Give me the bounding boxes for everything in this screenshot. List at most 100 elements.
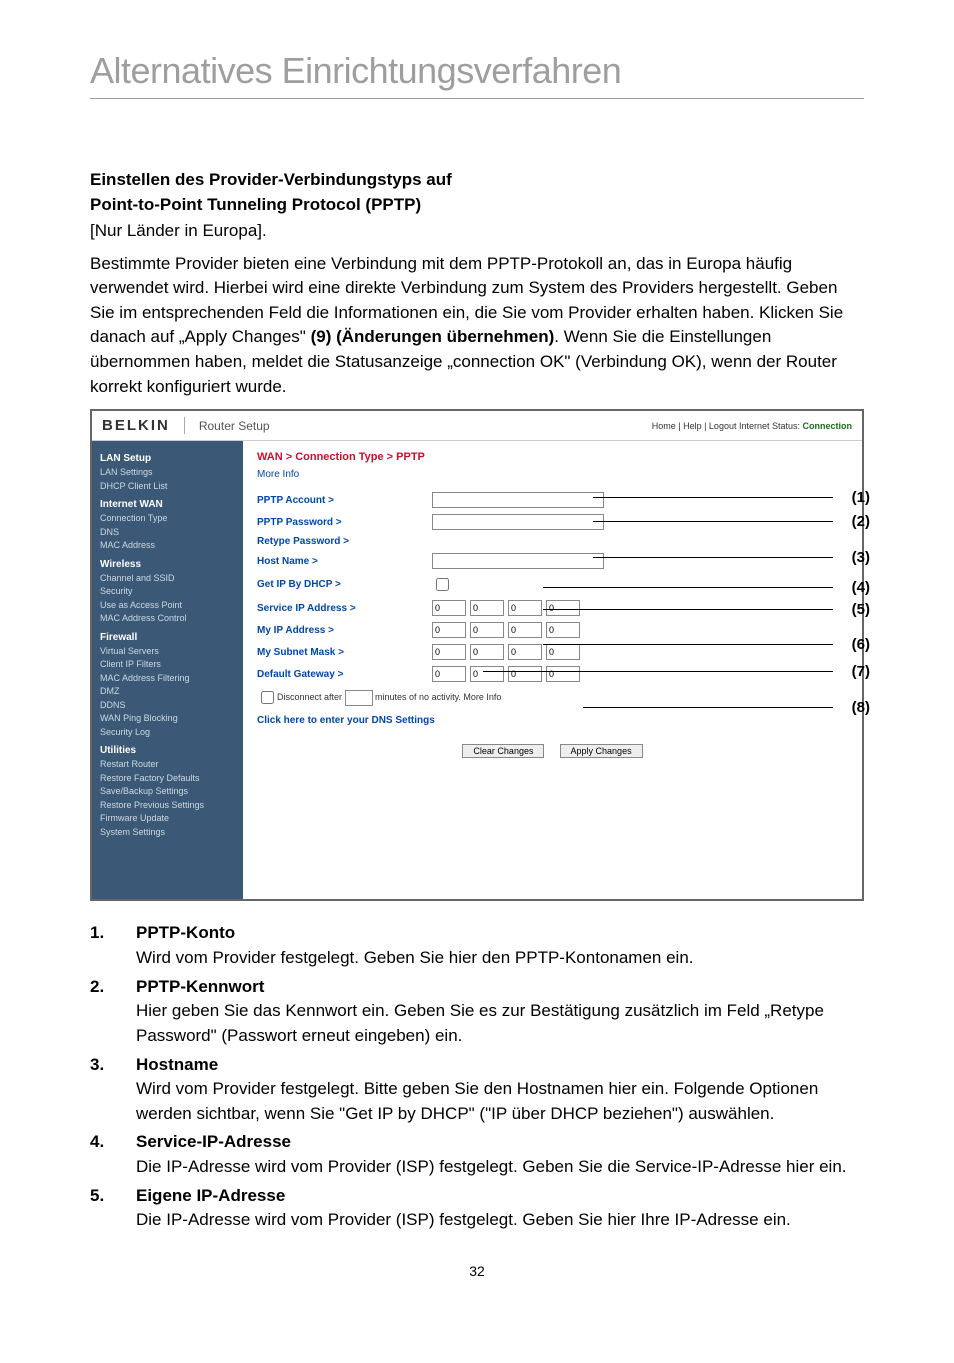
disconnect-minutes-input[interactable] <box>345 690 373 706</box>
sidebar-item-ap[interactable]: Use as Access Point <box>100 599 235 613</box>
sidebar-item-restore-factory[interactable]: Restore Factory Defaults <box>100 772 235 786</box>
label-host-name: Host Name > <box>257 556 432 567</box>
desc-5: Die IP-Adresse wird vom Provider (ISP) f… <box>136 1208 864 1233</box>
breadcrumb: WAN > Connection Type > PPTP <box>257 451 848 463</box>
pptp-account-input[interactable] <box>432 492 604 508</box>
pptp-password-input[interactable] <box>432 514 604 530</box>
more-info-link[interactable]: More Info <box>257 469 848 480</box>
sidebar-item-restore-prev[interactable]: Restore Previous Settings <box>100 799 235 813</box>
title-4: Service-IP-Adresse <box>136 1130 864 1155</box>
sidebar-item-save-backup[interactable]: Save/Backup Settings <box>100 785 235 799</box>
service-ip-3[interactable] <box>508 600 542 616</box>
internet-status: Connection <box>803 421 853 431</box>
top-links-text[interactable]: Home | Help | Logout Internet Status: <box>652 421 803 431</box>
desc-3: Wird vom Provider festgelegt. Bitte gebe… <box>136 1077 864 1126</box>
sidebar-item-mac[interactable]: MAC Address <box>100 539 235 553</box>
sidebar-item-conn-type[interactable]: Connection Type <box>100 512 235 526</box>
dns-settings-link[interactable]: Click here to enter your DNS Settings <box>257 715 848 726</box>
service-ip-2[interactable] <box>470 600 504 616</box>
page-title: Alternatives Einrichtungsverfahren <box>90 50 864 92</box>
subnet-4[interactable] <box>546 644 580 660</box>
gw-2[interactable] <box>470 666 504 682</box>
section-heading-line1: Einstellen des Provider-Verbindungstyps … <box>90 169 864 192</box>
sidebar-item-channel[interactable]: Channel and SSID <box>100 572 235 586</box>
subnet-2[interactable] <box>470 644 504 660</box>
annotation-8: (8) <box>852 699 870 716</box>
ss-header: BELKIN Router Setup Home | Help | Logout… <box>92 411 862 441</box>
label-gateway: Default Gateway > <box>257 669 432 680</box>
sidebar-cat-utilities: Utilities <box>100 743 235 758</box>
annotation-5: (5) <box>852 601 870 618</box>
my-ip-1[interactable] <box>432 622 466 638</box>
page-number: 32 <box>90 1263 864 1279</box>
ss-top-links: Home | Help | Logout Internet Status: Co… <box>652 421 852 431</box>
sidebar-item-mac-ctrl[interactable]: MAC Address Control <box>100 612 235 626</box>
annotation-4: (4) <box>852 579 870 596</box>
desc-2: Hier geben Sie das Kennwort ein. Geben S… <box>136 999 864 1048</box>
disc-b: minutes of no activity. More Info <box>373 692 502 702</box>
my-ip-2[interactable] <box>470 622 504 638</box>
num-1: 1. <box>90 921 136 970</box>
sidebar-item-dns[interactable]: DNS <box>100 526 235 540</box>
section-heading-line2: Point-to-Point Tunneling Protocol (PPTP) <box>90 194 864 217</box>
label-pptp-password: PPTP Password > <box>257 517 432 528</box>
sidebar-cat-wireless: Wireless <box>100 557 235 572</box>
sidebar-item-ddns[interactable]: DDNS <box>100 699 235 713</box>
ss-title: Router Setup <box>185 419 270 433</box>
sidebar-item-macfilter[interactable]: MAC Address Filtering <box>100 672 235 686</box>
num-4: 4. <box>90 1130 136 1179</box>
num-3: 3. <box>90 1053 136 1127</box>
num-5: 5. <box>90 1184 136 1233</box>
service-ip-1[interactable] <box>432 600 466 616</box>
subnet-3[interactable] <box>508 644 542 660</box>
apply-changes-button[interactable]: Apply Changes <box>560 744 643 758</box>
host-name-input[interactable] <box>432 553 604 569</box>
annotation-2: (2) <box>852 513 870 530</box>
service-ip-4[interactable] <box>546 600 580 616</box>
sidebar-item-vservers[interactable]: Virtual Servers <box>100 645 235 659</box>
subnet-1[interactable] <box>432 644 466 660</box>
my-ip-3[interactable] <box>508 622 542 638</box>
disconnect-row: Disconnect after minutes of no activity.… <box>257 688 848 707</box>
disconnect-checkbox[interactable] <box>261 691 274 704</box>
annotation-3: (3) <box>852 549 870 566</box>
sidebar-cat-lan: LAN Setup <box>100 451 235 466</box>
annotation-1: (1) <box>852 489 870 506</box>
title-1: PPTP-Konto <box>136 921 864 946</box>
sidebar-item-dhcp-list[interactable]: DHCP Client List <box>100 480 235 494</box>
title-2: PPTP-Kennwort <box>136 975 864 1000</box>
sidebar-item-fw-update[interactable]: Firmware Update <box>100 812 235 826</box>
sidebar-item-dmz[interactable]: DMZ <box>100 685 235 699</box>
label-retype-password: Retype Password > <box>257 536 432 547</box>
title-3: Hostname <box>136 1053 864 1078</box>
annotation-6: (6) <box>852 636 870 653</box>
sidebar-cat-wan: Internet WAN <box>100 497 235 512</box>
gw-4[interactable] <box>546 666 580 682</box>
title-5: Eigene IP-Adresse <box>136 1184 864 1209</box>
sidebar-item-seclog[interactable]: Security Log <box>100 726 235 740</box>
disc-a: Disconnect after <box>277 692 345 702</box>
label-subnet: My Subnet Mask > <box>257 647 432 658</box>
section-paragraph: Bestimmte Provider bieten eine Verbindun… <box>90 252 864 400</box>
sidebar-item-sys-settings[interactable]: System Settings <box>100 826 235 840</box>
desc-1: Wird vom Provider festgelegt. Geben Sie … <box>136 946 864 971</box>
para-bold: (9) (Änderungen übernehmen) <box>311 327 555 346</box>
ss-main: WAN > Connection Type > PPTP More Info P… <box>243 441 862 899</box>
annotation-7: (7) <box>852 663 870 680</box>
clear-changes-button[interactable]: Clear Changes <box>462 744 544 758</box>
gw-3[interactable] <box>508 666 542 682</box>
label-service-ip: Service IP Address > <box>257 603 432 614</box>
sidebar-item-security[interactable]: Security <box>100 585 235 599</box>
sidebar-item-lan-settings[interactable]: LAN Settings <box>100 466 235 480</box>
get-ip-dhcp-checkbox[interactable] <box>436 578 449 591</box>
my-ip-4[interactable] <box>546 622 580 638</box>
sidebar-item-restart[interactable]: Restart Router <box>100 758 235 772</box>
sidebar-item-pingblock[interactable]: WAN Ping Blocking <box>100 712 235 726</box>
numbered-list: 1. PPTP-Konto Wird vom Provider festgele… <box>90 921 864 1233</box>
ss-sidebar: LAN Setup LAN Settings DHCP Client List … <box>92 441 243 899</box>
gw-1[interactable] <box>432 666 466 682</box>
sidebar-item-ipfilters[interactable]: Client IP Filters <box>100 658 235 672</box>
section-sub: [Nur Länder in Europa]. <box>90 219 864 244</box>
label-my-ip: My IP Address > <box>257 625 432 636</box>
router-screenshot: BELKIN Router Setup Home | Help | Logout… <box>90 409 864 901</box>
